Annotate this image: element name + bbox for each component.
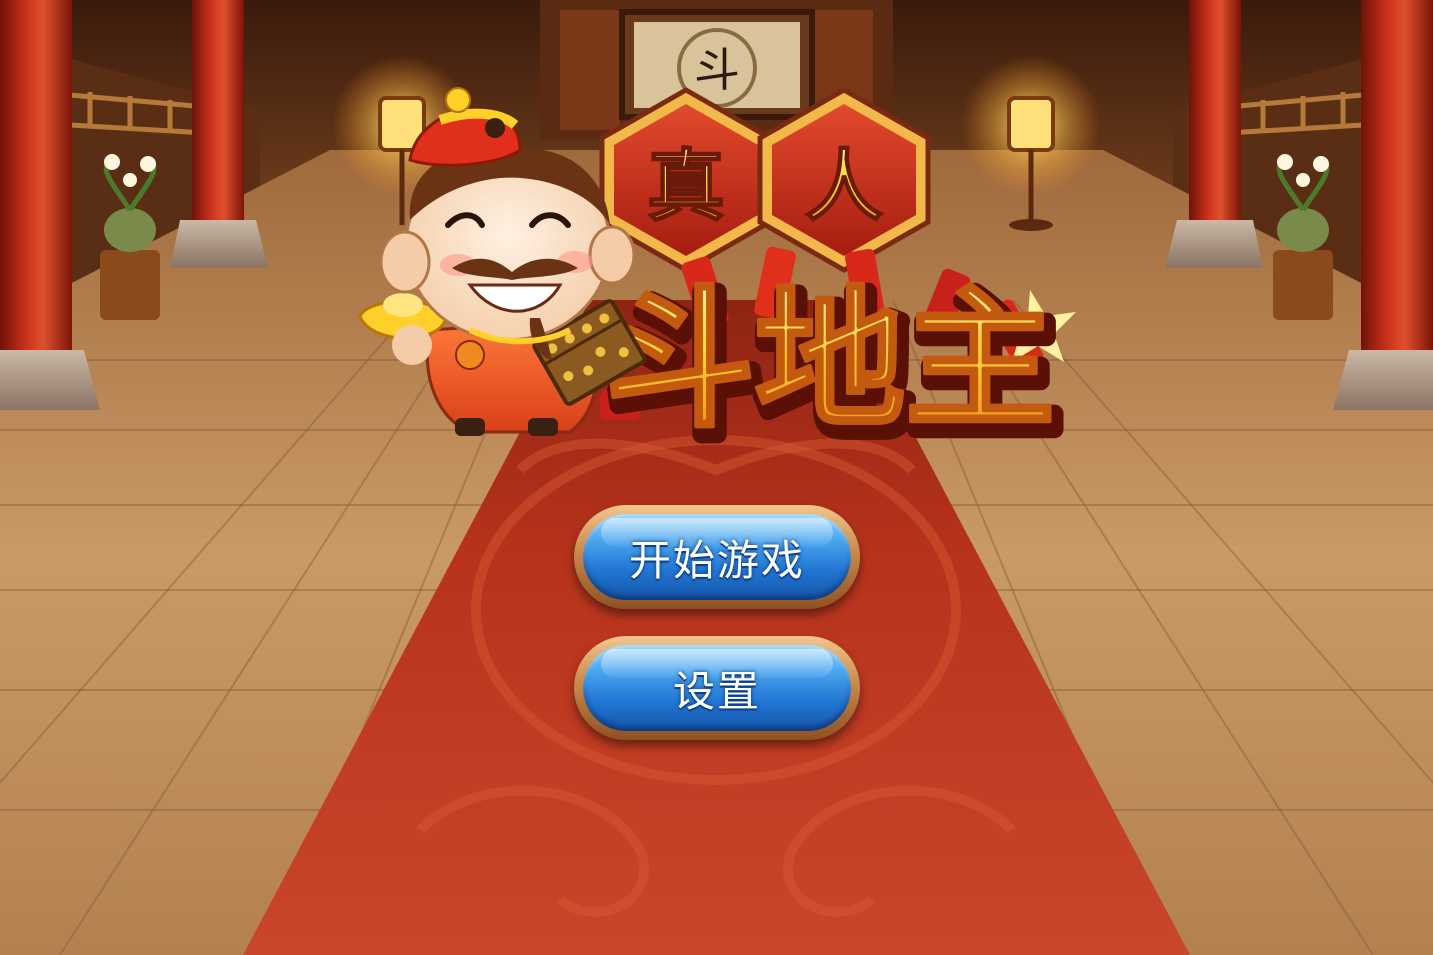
logo-title: 斗地主	[605, 274, 1055, 448]
settings-button-face[interactable]: 设置	[583, 645, 851, 731]
start-game-button[interactable]: 开始游戏	[574, 505, 860, 609]
game-title-screen: 斗 真 人 斗地主 斗地主 开始游戏 设置	[0, 0, 1433, 955]
start-game-button-label: 开始游戏	[628, 535, 805, 585]
palace-hall-background: 斗 真 人 斗地主 斗地主	[0, 0, 1433, 955]
left-flower-pot	[100, 154, 160, 320]
settings-button-label: 设置	[672, 666, 761, 716]
plaque-char: 斗	[694, 43, 740, 97]
start-game-button-face[interactable]: 开始游戏	[583, 514, 851, 600]
logo-badge-char-2: 人	[805, 141, 883, 232]
right-flower-pot	[1273, 154, 1333, 320]
settings-button[interactable]: 设置	[574, 636, 860, 740]
logo-badge-char-1: 真	[647, 141, 725, 232]
